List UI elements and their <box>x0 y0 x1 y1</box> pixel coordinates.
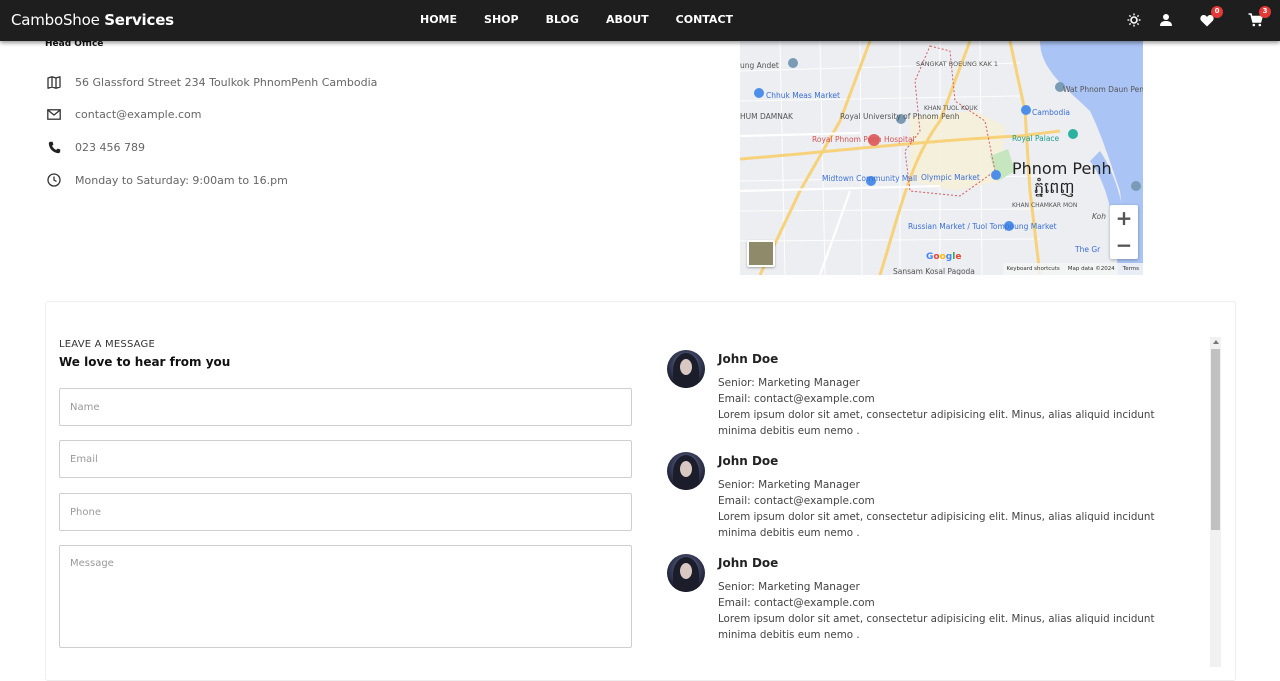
person-email: Email: contact@example.com <box>718 495 875 507</box>
nav-shop-link[interactable]: SHOP <box>484 13 519 26</box>
map-footer: Keyboard shortcuts Map data ©2024 Terms <box>1002 263 1143 275</box>
map-label-place: Midtown Community Mall <box>822 174 917 183</box>
map-label-place: Royal Phnom Penh Hospital <box>812 135 915 144</box>
testimonials-scrollbar[interactable] <box>1210 337 1221 667</box>
cart-count-badge: 3 <box>1259 6 1271 18</box>
zoom-out-button[interactable]: − <box>1110 232 1138 258</box>
map-label-district: KHAN CHAMKAR MON <box>1012 202 1077 209</box>
map-label-place: Wat Phnom Daun Pen <box>1063 85 1143 94</box>
map-label-place: Chhuk Meas Market <box>766 91 840 100</box>
avatar <box>667 452 705 490</box>
email-input[interactable] <box>59 440 632 478</box>
map-label-place: The Gr <box>1074 245 1101 254</box>
keyboard-shortcuts-link[interactable]: Keyboard shortcuts <box>1007 266 1060 272</box>
avatar <box>667 350 705 388</box>
location-map[interactable]: ung Andet Chhuk Meas Market HUM DAMNAK R… <box>740 41 1143 275</box>
cart-icon[interactable]: 3 <box>1247 6 1271 28</box>
message-textarea[interactable] <box>59 545 632 648</box>
person-name: John Doe <box>718 352 779 366</box>
avatar <box>667 554 705 592</box>
map-label-place: Royal University of Phnom Penh <box>840 112 960 121</box>
brand-logo[interactable]: CamboShoe Services <box>11 11 174 29</box>
form-title: We love to hear from you <box>59 355 231 369</box>
email-text[interactable]: contact@example.com <box>75 108 202 121</box>
map-label-place: Russian Market / Tuol Tompoung Market <box>908 222 1057 231</box>
person-quote: Lorem ipsum dolor sit amet, consectetur … <box>718 613 1155 641</box>
map-label-district: SANGKAT BOEUNG KAK 1 <box>916 60 998 68</box>
address-row: 56 Glassford Street 234 Toulkok PhnomPen… <box>46 74 377 90</box>
map-label-place: Sansam Kosal Pagoda <box>893 267 975 275</box>
phone-input[interactable] <box>59 493 632 531</box>
phone-text[interactable]: 023 456 789 <box>75 141 145 154</box>
terms-link[interactable]: Terms <box>1123 266 1139 272</box>
nav-home-link[interactable]: HOME <box>420 13 457 26</box>
mail-icon <box>46 106 62 122</box>
person-email: Email: contact@example.com <box>718 393 875 405</box>
phone-icon <box>46 139 62 155</box>
map-data-attribution: Map data ©2024 <box>1067 266 1115 272</box>
person-email: Email: contact@example.com <box>718 597 875 609</box>
person-role: Senior: Marketing Manager <box>718 581 860 593</box>
nav-about-link[interactable]: ABOUT <box>606 13 649 26</box>
scrollbar-thumb[interactable] <box>1211 349 1220 530</box>
brand-name-light: CamboShoe <box>11 11 100 29</box>
main-nav: HOME SHOP BLOG ABOUT CONTACT <box>420 13 760 26</box>
address-text: 56 Glassford Street 234 Toulkok PhnomPen… <box>75 75 378 89</box>
person-name: John Doe <box>718 556 779 570</box>
nav-blog-link[interactable]: BLOG <box>546 13 579 26</box>
leave-message-label: LEAVE A MESSAGE <box>59 339 156 350</box>
map-city-khmer-label: ភ្នំពេញ <box>1034 177 1075 197</box>
zoom-in-button[interactable]: + <box>1110 205 1138 231</box>
map-label-district: HUM DAMNAK <box>740 112 794 121</box>
navbar: CamboShoe Services HOME SHOP BLOG ABOUT … <box>0 0 1280 41</box>
google-logo: Google <box>926 252 962 262</box>
person-role: Senior: Marketing Manager <box>718 377 860 389</box>
map-zoom-controls: + − <box>1110 205 1138 259</box>
wishlist-heart-icon[interactable]: 0 <box>1199 6 1223 28</box>
map-label-place: Cambodia <box>1032 108 1070 117</box>
map-label-place: Koh <box>1092 212 1106 221</box>
map-label-place: Olympic Market <box>921 173 980 182</box>
scroll-up-arrow-icon[interactable] <box>1213 340 1219 344</box>
theme-toggle-icon[interactable] <box>1126 12 1142 28</box>
nav-contact-link[interactable]: CONTACT <box>676 13 733 26</box>
map-label-district: ung Andet <box>740 61 779 70</box>
person-name: John Doe <box>718 454 779 468</box>
map-label-district: KHAN TUOL KOUK <box>924 105 979 112</box>
user-icon[interactable] <box>1158 12 1174 28</box>
hours-text: Monday to Saturday: 9:00am to 16.pm <box>75 173 288 187</box>
hours-row: Monday to Saturday: 9:00am to 16.pm <box>46 172 288 188</box>
email-row: contact@example.com <box>46 106 202 122</box>
person-quote: Lorem ipsum dolor sit amet, consectetur … <box>718 409 1155 437</box>
satellite-toggle[interactable] <box>747 240 775 267</box>
name-input[interactable] <box>59 388 632 426</box>
brand-name-bold: Services <box>104 11 174 29</box>
map-city-label: Phnom Penh <box>1012 159 1112 178</box>
map-label-place: Royal Palace <box>1012 134 1060 143</box>
map-icon <box>46 74 62 90</box>
clock-icon <box>46 172 62 188</box>
person-quote: Lorem ipsum dolor sit amet, consectetur … <box>718 511 1155 539</box>
person-role: Senior: Marketing Manager <box>718 479 860 491</box>
map-canvas: ung Andet Chhuk Meas Market HUM DAMNAK R… <box>740 41 1143 275</box>
wishlist-count-badge: 0 <box>1211 6 1223 18</box>
phone-row: 023 456 789 <box>46 139 145 155</box>
